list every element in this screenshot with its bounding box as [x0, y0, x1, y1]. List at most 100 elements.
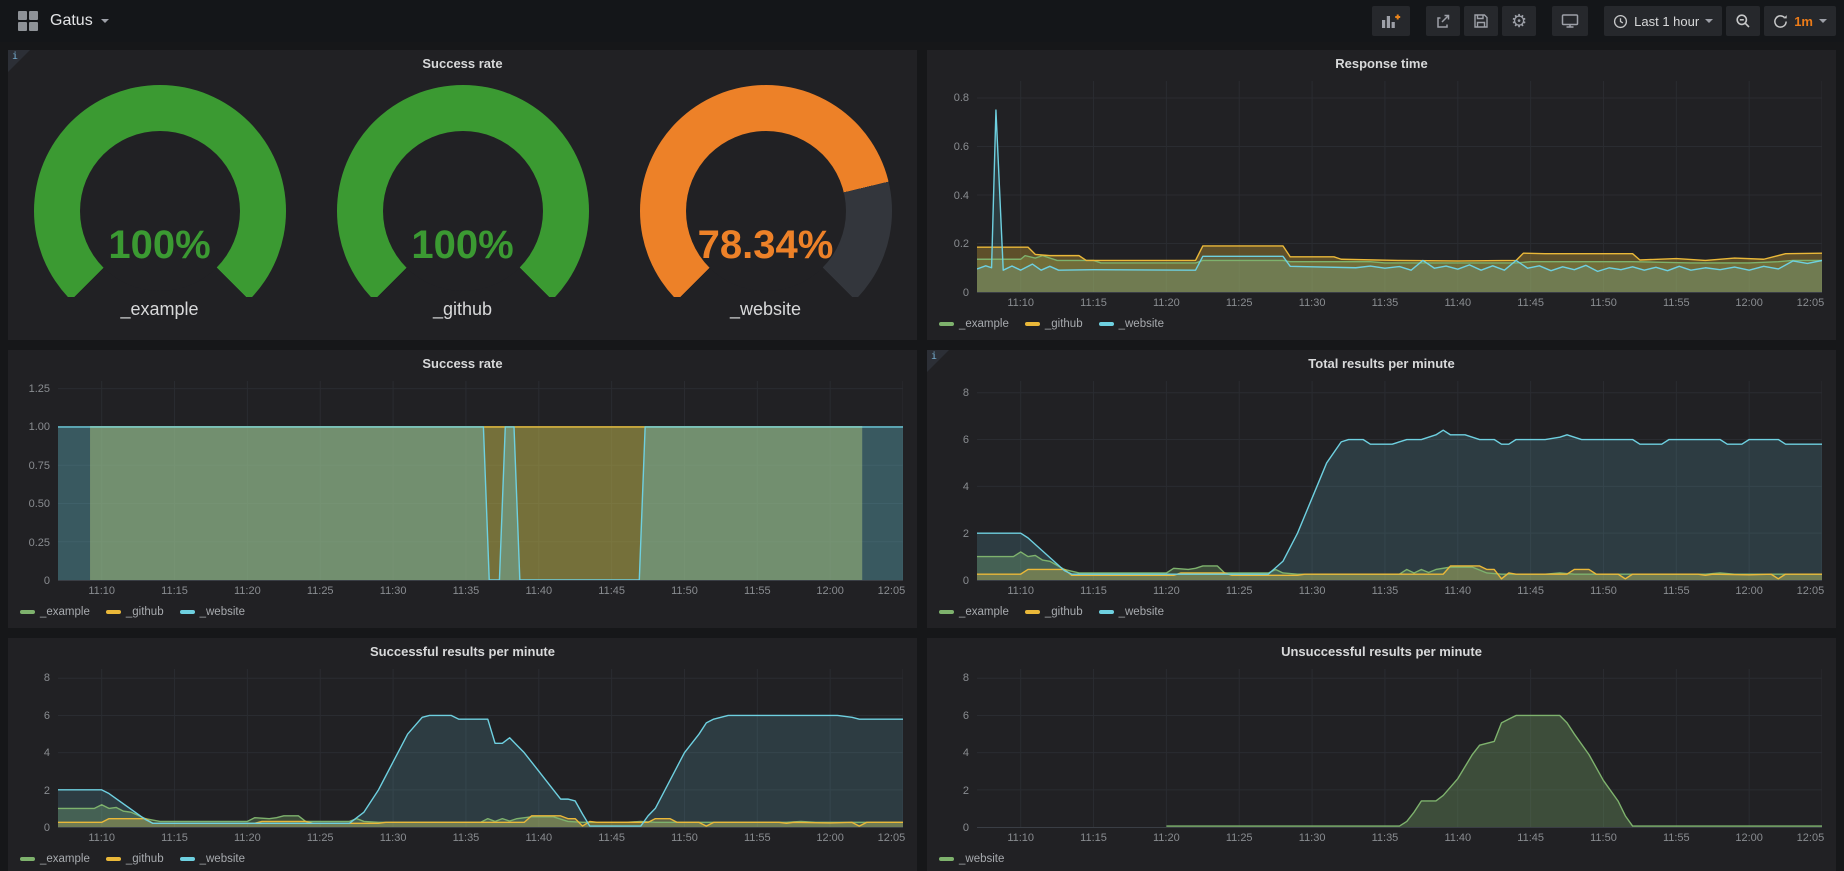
- x-axis-label: 11:20: [1153, 832, 1180, 844]
- chart-success-rate: 00.250.500.751.001.25 11:1011:1511:2011:…: [8, 377, 917, 628]
- y-axis-label: 4: [963, 747, 969, 759]
- y-axis: 00.250.500.751.001.25: [12, 381, 58, 581]
- panel-title[interactable]: Response time: [1335, 56, 1427, 71]
- y-axis-label: 2: [44, 785, 50, 797]
- legend-label: _github: [126, 853, 164, 865]
- x-axis-label: 11:15: [1080, 297, 1107, 309]
- add-panel-button[interactable]: [1372, 6, 1410, 36]
- legend-swatch: [180, 857, 195, 861]
- legend-item-_example[interactable]: _example: [939, 318, 1009, 330]
- legend-swatch: [1099, 610, 1114, 614]
- x-axis-label: 11:35: [453, 585, 480, 597]
- legend-label: _example: [40, 606, 90, 618]
- legend-item-_website[interactable]: _website: [1099, 606, 1164, 618]
- plot-area[interactable]: [977, 381, 1822, 581]
- plot-area[interactable]: [977, 669, 1822, 828]
- legend-label: _website: [1119, 318, 1164, 330]
- panel-title[interactable]: Success rate: [422, 356, 502, 371]
- x-axis-label: 11:45: [1517, 297, 1544, 309]
- panel-header: Response time: [927, 50, 1836, 77]
- dashboard-title[interactable]: Gatus: [50, 12, 93, 30]
- x-axis-label: 11:40: [525, 832, 552, 844]
- panel-title[interactable]: Total results per minute: [1308, 356, 1454, 371]
- chart-canvas: [58, 669, 903, 827]
- panel-title[interactable]: Unsuccessful results per minute: [1281, 644, 1482, 659]
- chart-legend: _example _github _website: [931, 312, 1828, 336]
- legend-item-_github[interactable]: _github: [1025, 318, 1083, 330]
- x-axis-label: 11:35: [453, 832, 480, 844]
- y-axis-label: 2: [963, 528, 969, 540]
- legend-label: _example: [959, 318, 1009, 330]
- plot-area[interactable]: [977, 81, 1822, 293]
- dashboard-settings-button[interactable]: ⚙: [1502, 6, 1536, 36]
- navbar-left: Gatus: [8, 11, 109, 31]
- y-axis-label: 0: [44, 575, 50, 587]
- clock-icon: [1613, 14, 1628, 29]
- chart-canvas: [977, 81, 1822, 292]
- legend-item-_github[interactable]: _github: [1025, 606, 1083, 618]
- legend-label: _github: [1045, 606, 1083, 618]
- legend-item-_website[interactable]: _website: [1099, 318, 1164, 330]
- x-axis-label: 11:35: [1372, 297, 1399, 309]
- legend-item-_github[interactable]: _github: [106, 606, 164, 618]
- x-axis-label: 11:45: [598, 585, 625, 597]
- legend-label: _example: [40, 853, 90, 865]
- plot-area[interactable]: [58, 381, 903, 581]
- legend-swatch: [939, 610, 954, 614]
- x-axis-label: 11:15: [161, 832, 188, 844]
- panel-title[interactable]: Success rate: [422, 56, 502, 71]
- share-button[interactable]: [1426, 6, 1460, 36]
- x-axis-label: 11:40: [1444, 297, 1471, 309]
- save-button[interactable]: [1464, 6, 1498, 36]
- x-axis-label: 11:50: [1590, 297, 1617, 309]
- x-axis-label: 11:40: [1444, 832, 1471, 844]
- chart-legend: _example _github _website: [12, 847, 909, 871]
- x-axis-label: 11:40: [525, 585, 552, 597]
- series-area-_website: [977, 430, 1822, 580]
- plot-area[interactable]: [58, 669, 903, 828]
- x-axis-label: 12:00: [1735, 585, 1763, 597]
- legend-item-_website[interactable]: _website: [180, 606, 245, 618]
- zoom-out-button[interactable]: [1726, 6, 1760, 36]
- gauge-label: _github: [433, 299, 492, 320]
- legend-item-_github[interactable]: _github: [106, 853, 164, 865]
- panel-title[interactable]: Successful results per minute: [370, 644, 555, 659]
- x-axis-label: 11:15: [161, 585, 188, 597]
- legend-item-_example[interactable]: _example: [939, 606, 1009, 618]
- chart-canvas: [977, 381, 1822, 580]
- x-axis-label: 11:30: [380, 832, 407, 844]
- legend-item-_website[interactable]: _website: [939, 853, 1004, 865]
- chart-canvas: [58, 381, 903, 580]
- x-axis-label: 11:45: [598, 832, 625, 844]
- legend-item-_website[interactable]: _website: [180, 853, 245, 865]
- panel-info-icon[interactable]: i: [927, 350, 949, 372]
- legend-label: _github: [126, 606, 164, 618]
- panel-successful-results: Successful results per minute 02468 11:1…: [8, 638, 917, 871]
- panel-info-icon[interactable]: i: [8, 50, 30, 72]
- legend-swatch: [1099, 322, 1114, 326]
- x-axis-label: 11:35: [1372, 585, 1399, 597]
- legend-item-_example[interactable]: _example: [20, 606, 90, 618]
- share-icon: [1435, 13, 1451, 29]
- gauge-label: _example: [120, 299, 198, 320]
- tv-mode-button[interactable]: [1552, 6, 1588, 36]
- time-range-picker[interactable]: Last 1 hour: [1604, 6, 1722, 36]
- y-axis-label: 6: [44, 710, 50, 722]
- x-axis-label: 11:10: [1007, 832, 1034, 844]
- panel-header: Success rate: [8, 50, 917, 77]
- legend-swatch: [106, 857, 121, 861]
- legend-swatch: [1025, 322, 1040, 326]
- legend-swatch: [939, 857, 954, 861]
- chart-successful-results: 02468 11:1011:1511:2011:2511:3011:3511:4…: [8, 665, 917, 871]
- y-axis-label: 0.25: [29, 537, 50, 549]
- dashboard-title-caret-icon[interactable]: [101, 19, 109, 23]
- x-axis-label: 11:55: [744, 832, 771, 844]
- gauge-value: 100%: [34, 223, 286, 268]
- dashboards-grid-icon[interactable]: [18, 11, 38, 31]
- gear-icon: ⚙: [1511, 12, 1527, 30]
- y-axis-label: 8: [963, 387, 969, 399]
- refresh-picker[interactable]: 1m: [1764, 6, 1836, 36]
- legend-item-_example[interactable]: _example: [20, 853, 90, 865]
- legend-swatch: [20, 857, 35, 861]
- x-axis: 11:1011:1511:2011:2511:3011:3511:4011:45…: [58, 828, 903, 847]
